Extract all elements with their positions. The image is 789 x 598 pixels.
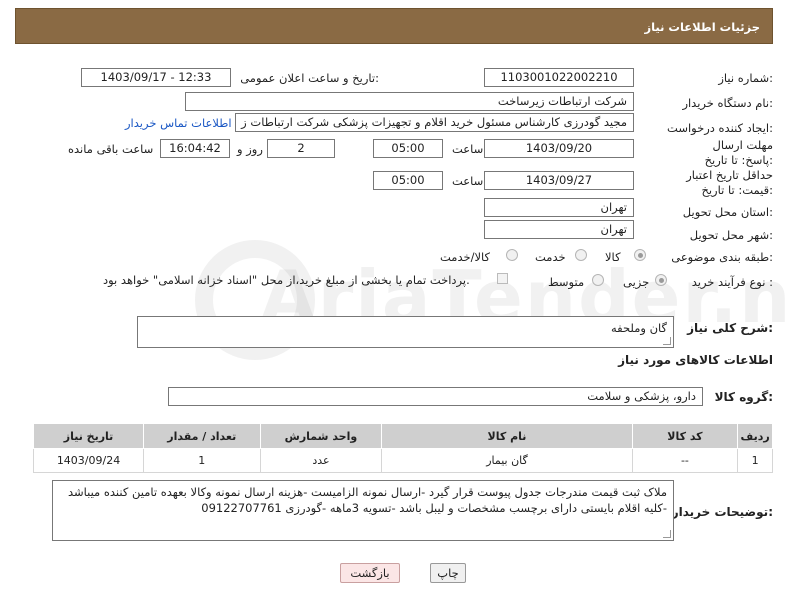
treasury-payment-checkbox[interactable] <box>497 273 508 284</box>
category-option-goods: کالا <box>605 250 621 264</box>
announce-label: تاریخ و ساعت اعلان عمومی: <box>240 71 379 85</box>
validity-date-field[interactable]: 1403/09/27 <box>484 171 634 190</box>
goods-group-label: گروه کالا: <box>714 390 773 404</box>
creator-field[interactable]: مجید گودرزی کارشناس مسئول خرید اقلام و ت… <box>235 113 634 132</box>
page-header: جزئیات اطلاعات نیاز <box>15 8 773 44</box>
buyer-org-label: نام دستگاه خریدار: <box>682 96 773 110</box>
payment-note: پرداخت تمام یا بخشی از مبلغ خرید،از محل … <box>103 273 470 287</box>
reply-time-label: ساعت <box>452 142 484 156</box>
resize-handle-icon <box>663 530 671 538</box>
creator-label: ایجاد کننده درخواست: <box>667 121 773 135</box>
buyer-org-field[interactable]: شرکت ارتباطات زیرساخت <box>185 92 634 111</box>
cell-date: 1403/09/24 <box>32 448 145 473</box>
cell-row: 1 <box>737 448 773 473</box>
category-radio-both[interactable] <box>506 249 518 261</box>
buyer-notes-label: توضیحات خریدار: <box>671 505 773 519</box>
category-radio-goods[interactable] <box>634 249 646 261</box>
days-label: روز و <box>237 142 263 156</box>
table-row: 1 -- گان بیمار عدد 1 1403/09/24 <box>32 448 773 473</box>
col-qty: تعداد / مقدار <box>143 423 261 449</box>
cell-code: -- <box>631 448 739 473</box>
validity-time-label: ساعت <box>452 174 484 188</box>
reply-time-field[interactable]: 05:00 <box>373 139 443 158</box>
validity-label: حداقل تاریخ اعتبار قیمت: تا تاریخ: <box>686 168 773 197</box>
col-date: تاریخ نیاز <box>32 423 145 449</box>
summary-textarea[interactable]: گان وملحفه <box>137 316 674 348</box>
buyer-notes-textarea[interactable]: ملاک ثبت قیمت مندرجات جدول پیوست قرار گی… <box>52 480 674 541</box>
col-row: ردیف <box>737 423 773 449</box>
process-radio-minor[interactable] <box>655 274 667 286</box>
province-label: استان محل تحویل: <box>682 205 773 219</box>
print-button[interactable]: چاپ <box>430 563 466 583</box>
city-label: شهر محل تحویل: <box>689 228 773 242</box>
remaining-label: ساعت باقی مانده <box>68 142 154 156</box>
summary-text: گان وملحفه <box>610 321 667 335</box>
province-field[interactable]: تهران <box>484 198 634 217</box>
goods-section-title: اطلاعات کالاهای مورد نیاز <box>618 353 773 367</box>
days-field[interactable]: 2 <box>267 139 335 158</box>
contact-buyer-link[interactable]: اطلاعات تماس خریدار <box>125 116 232 130</box>
validity-time-field[interactable]: 05:00 <box>373 171 443 190</box>
buyer-notes-text: ملاک ثبت قیمت مندرجات جدول پیوست قرار گی… <box>67 485 667 515</box>
remaining-time-field[interactable]: 16:04:42 <box>160 139 230 158</box>
cell-name: گان بیمار <box>381 448 633 473</box>
process-radio-medium[interactable] <box>592 274 604 286</box>
cell-qty: 1 <box>143 448 261 473</box>
category-option-both: کالا/خدمت <box>440 250 491 264</box>
process-label: نوع فرآیند خرید : <box>691 275 773 289</box>
col-unit: واحد شمارش <box>259 423 383 449</box>
category-radio-service[interactable] <box>575 249 587 261</box>
need-number-field[interactable]: 1103001022002210 <box>484 68 634 87</box>
process-option-minor: جزیی <box>623 275 650 289</box>
reply-date-field[interactable]: 1403/09/20 <box>484 139 634 158</box>
cell-unit: عدد <box>259 448 383 473</box>
resize-handle-icon <box>663 337 671 345</box>
need-number-label: شماره نیاز: <box>718 71 773 85</box>
goods-table-header: ردیف کد کالا نام کالا واحد شمارش تعداد /… <box>32 423 773 449</box>
back-button[interactable]: بازگشت <box>340 563 400 583</box>
category-label: طبقه بندی موضوعی: <box>671 250 773 264</box>
category-option-service: خدمت <box>535 250 566 264</box>
announce-field[interactable]: 1403/09/17 - 12:33 <box>81 68 231 87</box>
process-option-medium: متوسط <box>548 275 585 289</box>
col-code: کد کالا <box>631 423 739 449</box>
goods-group-field[interactable]: دارو، پزشکی و سلامت <box>168 387 703 406</box>
reply-deadline-label: مهلت ارسال پاسخ: تا تاریخ: <box>704 138 773 167</box>
goods-table: ردیف کد کالا نام کالا واحد شمارش تعداد /… <box>32 423 773 473</box>
col-name: نام کالا <box>381 423 633 449</box>
page-title: جزئیات اطلاعات نیاز <box>644 20 760 34</box>
city-field[interactable]: تهران <box>484 220 634 239</box>
summary-label: شرح کلی نیاز: <box>687 321 773 335</box>
